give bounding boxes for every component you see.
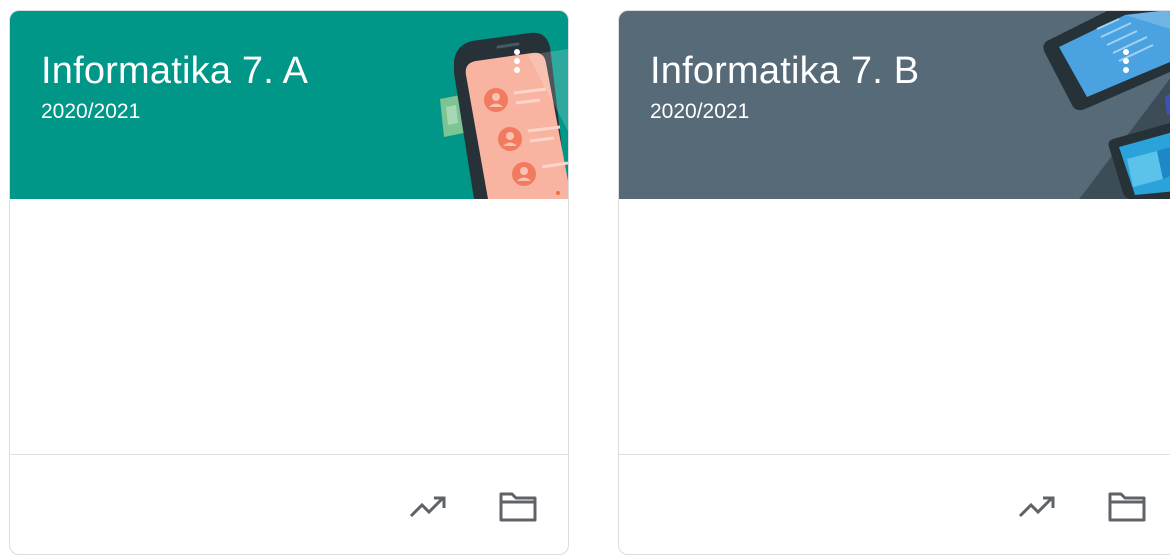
more-vert-icon[interactable] <box>505 47 529 87</box>
class-card[interactable]: Informatika 7. A 2020/2021 <box>9 10 569 555</box>
folder-icon[interactable] <box>1105 485 1149 529</box>
class-card-footer <box>10 454 568 554</box>
class-title[interactable]: Informatika 7. B <box>650 49 919 93</box>
class-card-banner[interactable]: Informatika 7. A 2020/2021 <box>10 11 568 199</box>
class-section: 2020/2021 <box>41 100 141 123</box>
folder-icon[interactable] <box>496 485 540 529</box>
class-card-footer <box>619 454 1170 554</box>
trending-up-icon[interactable] <box>1015 485 1059 529</box>
more-vert-icon[interactable] <box>1114 47 1138 87</box>
class-grid: Informatika 7. A 2020/2021 Informatika 7… <box>0 0 1170 555</box>
phone-contacts-illustration <box>440 32 568 199</box>
trending-up-icon[interactable] <box>406 485 450 529</box>
class-section: 2020/2021 <box>650 100 750 123</box>
class-title[interactable]: Informatika 7. A <box>41 49 308 93</box>
class-card[interactable]: Informatika 7. B 2020/2021 <box>618 10 1170 555</box>
devices-illustration <box>1043 11 1170 199</box>
class-card-banner[interactable]: Informatika 7. B 2020/2021 <box>619 11 1170 199</box>
